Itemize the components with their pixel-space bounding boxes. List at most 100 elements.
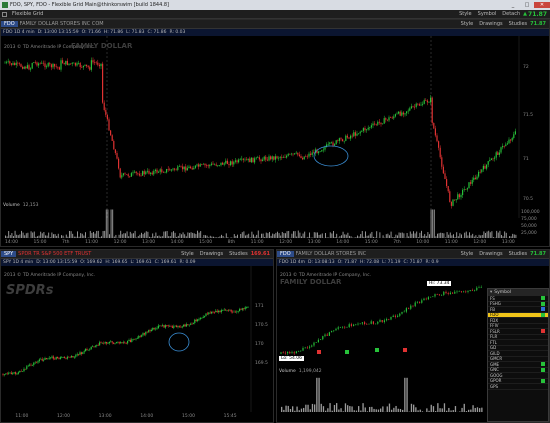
fdo-symbol-field[interactable]: FDO — [277, 251, 294, 257]
candle-body — [13, 372, 15, 373]
spy-ohlc-0: SPY 1D 4 min — [3, 260, 34, 265]
candle-body — [201, 317, 203, 319]
candle-body — [153, 327, 155, 329]
candle-body — [120, 342, 122, 344]
candle-body — [38, 359, 40, 362]
watchlist-row[interactable]: GPS — [488, 384, 548, 390]
candle-body — [430, 97, 432, 103]
candle-body — [103, 343, 105, 344]
volume-bar — [325, 410, 327, 412]
fdo-drawings-button[interactable]: Drawings — [476, 251, 505, 257]
candle-body — [90, 60, 92, 70]
maximize-button[interactable]: □ — [520, 2, 534, 8]
spy-price-chart[interactable]: 2013 © TD Ameritrade IP Company, Inc. SP… — [1, 266, 273, 412]
volume-bar — [430, 404, 432, 412]
candle-body — [391, 117, 393, 119]
minimize-button[interactable]: _ — [506, 2, 520, 8]
top-ohlc-3: H: 71.86 — [103, 30, 124, 35]
candle-body — [89, 349, 91, 350]
grid-icon[interactable] — [2, 11, 7, 17]
candle-body — [194, 165, 196, 168]
candle-body — [302, 347, 304, 351]
candle-body — [236, 311, 238, 313]
candle-body — [454, 291, 456, 294]
candle-body — [226, 160, 228, 164]
top-symbol-field[interactable]: FDO — [1, 21, 18, 27]
candle-body — [181, 326, 183, 328]
candle-body — [392, 315, 394, 318]
candle-body — [258, 157, 260, 160]
top-studies-button[interactable]: Studies — [506, 21, 531, 27]
candle-body — [57, 356, 59, 359]
volume-bar — [391, 409, 393, 412]
candle-body — [372, 123, 374, 126]
candle-body — [355, 324, 357, 326]
candle-body — [76, 354, 78, 356]
candle-body — [397, 315, 399, 317]
candle-body — [281, 156, 283, 158]
sort-icon[interactable]: ▾ — [490, 290, 492, 295]
candle-body — [15, 372, 17, 375]
candle-body — [82, 352, 84, 355]
candle-body — [41, 358, 43, 361]
fdo-price-chart[interactable]: 2013 © TD Ameritrade IP Company, Inc. FA… — [277, 266, 487, 366]
candle-body — [198, 319, 200, 320]
candle-body — [246, 307, 248, 308]
candle-body — [127, 340, 129, 344]
spy-drawings-button[interactable]: Drawings — [197, 251, 226, 257]
fdo-studies-button[interactable]: Studies — [506, 251, 531, 257]
candle-body — [298, 154, 300, 157]
top-style-button[interactable]: Style — [458, 21, 477, 27]
close-button[interactable]: ✕ — [534, 2, 550, 8]
candle-body — [122, 173, 124, 176]
event-marker[interactable] — [403, 348, 407, 352]
candle-body — [50, 357, 52, 359]
candle-body — [174, 168, 176, 170]
candle-body — [49, 63, 51, 65]
spy-symbol-field[interactable]: SPY — [1, 251, 17, 257]
spy-annotation-ellipse[interactable] — [168, 332, 190, 352]
spy-studies-button[interactable]: Studies — [226, 251, 251, 257]
candle-body — [423, 100, 425, 104]
candle-body — [134, 338, 136, 340]
candle-body — [102, 63, 104, 103]
event-marker[interactable] — [375, 348, 379, 352]
fdo-price: 71.87 — [530, 251, 546, 257]
top-x-tick: 11:00 — [250, 239, 264, 245]
candle-body — [311, 345, 313, 347]
candle-body — [89, 67, 91, 70]
candle-body — [300, 350, 302, 352]
spy-style-button[interactable]: Style — [178, 251, 197, 257]
volume-bar — [441, 408, 443, 412]
volume-bar — [243, 231, 245, 238]
volume-bar — [342, 411, 344, 412]
window-titlebar[interactable]: FDO, SPY, FDO - Flexible Grid Main@think… — [0, 0, 550, 10]
watchlist-symbol: GOOG — [490, 372, 503, 378]
candle-body — [113, 342, 115, 344]
layout-label[interactable]: Flexible Grid — [9, 11, 46, 17]
candle-body — [438, 294, 440, 296]
candle-body — [124, 342, 126, 344]
candle-body — [74, 62, 76, 66]
candle-body — [329, 142, 331, 144]
volume-bar — [283, 409, 285, 412]
event-marker[interactable] — [345, 350, 349, 354]
style-button[interactable]: Style — [456, 11, 475, 17]
top-drawings-button[interactable]: Drawings — [476, 21, 505, 27]
candle-body — [6, 61, 8, 63]
event-marker[interactable] — [317, 350, 321, 354]
spy-x-tick: 14:00 — [140, 413, 154, 419]
annotation-ellipse[interactable] — [313, 145, 349, 167]
fdo-style-button[interactable]: Style — [458, 251, 477, 257]
candle-body — [295, 351, 297, 354]
top-price-chart[interactable]: 2013 © TD Ameritrade IP Company, Inc. FA… — [1, 36, 549, 218]
candle-body — [78, 63, 80, 64]
spy-x-tick: 13:00 — [98, 413, 112, 419]
candle-body — [204, 315, 206, 317]
volume-bar — [331, 410, 333, 412]
candle-body — [132, 338, 134, 340]
symbol-button[interactable]: Symbol — [475, 11, 500, 17]
candle-body — [426, 100, 428, 103]
candle-body — [28, 65, 30, 70]
detach-button[interactable]: Detach — [499, 11, 523, 17]
